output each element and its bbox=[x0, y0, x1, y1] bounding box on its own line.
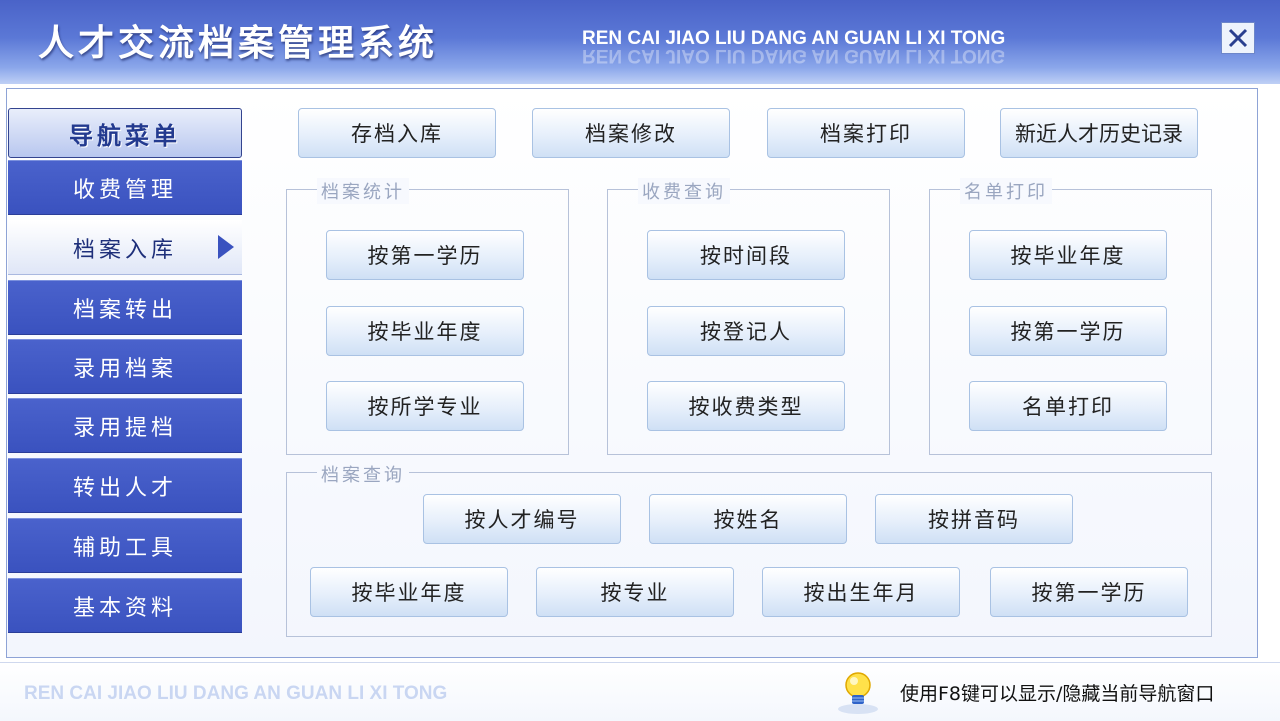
archive-store-button[interactable]: 存档入库 bbox=[298, 108, 496, 158]
f8-hint-text: 使用F8键可以显示/隐藏当前导航窗口 bbox=[900, 683, 1215, 705]
query-by-pinyin-code-button[interactable]: 按拼音码 bbox=[875, 494, 1073, 544]
sidebar-item-basic-data[interactable]: 基本资料 bbox=[8, 578, 242, 633]
sidebar-item-label: 录用档案 bbox=[72, 356, 177, 382]
archive-print-button[interactable]: 档案打印 bbox=[767, 108, 965, 158]
print-by-first-degree-button[interactable]: 按第一学历 bbox=[969, 306, 1167, 356]
sidebar-item-label: 转出人才 bbox=[72, 475, 177, 501]
stats-by-graduation-year-button[interactable]: 按毕业年度 bbox=[326, 306, 524, 356]
query-by-graduation-year-button[interactable]: 按毕业年度 bbox=[310, 567, 508, 617]
footer-pinyin: REN CAI JIAO LIU DANG AN GUAN LI XI TONG bbox=[24, 683, 448, 704]
query-by-first-degree-button[interactable]: 按第一学历 bbox=[990, 567, 1188, 617]
query-by-major-button[interactable]: 按专业 bbox=[536, 567, 734, 617]
group-legend: 档案查询 bbox=[317, 461, 409, 487]
group-legend: 名单打印 bbox=[960, 178, 1052, 204]
stats-by-first-degree-button[interactable]: 按第一学历 bbox=[326, 230, 524, 280]
stats-by-major-button[interactable]: 按所学专业 bbox=[326, 381, 524, 431]
group-legend: 档案统计 bbox=[317, 178, 409, 204]
sidebar-item-label: 档案转出 bbox=[72, 297, 177, 323]
fee-by-type-button[interactable]: 按收费类型 bbox=[647, 381, 845, 431]
sidebar-item-transfer-talent[interactable]: 转出人才 bbox=[8, 458, 242, 513]
close-icon bbox=[1228, 28, 1248, 48]
sidebar-item-label: 辅助工具 bbox=[72, 535, 177, 561]
sidebar-item-label: 录用提档 bbox=[72, 415, 177, 441]
query-by-name-button[interactable]: 按姓名 bbox=[649, 494, 847, 544]
sidebar-item-archive-transfer-out[interactable]: 档案转出 bbox=[8, 280, 242, 335]
archive-edit-button[interactable]: 档案修改 bbox=[532, 108, 730, 158]
group-legend: 收费查询 bbox=[638, 178, 730, 204]
sidebar-item-hired-retrieval[interactable]: 录用提档 bbox=[8, 398, 242, 453]
nav-menu-header: 导航菜单 bbox=[8, 108, 242, 158]
print-by-graduation-year-button[interactable]: 按毕业年度 bbox=[969, 230, 1167, 280]
sidebar-item-hired-archives[interactable]: 录用档案 bbox=[8, 339, 242, 394]
active-arrow-icon bbox=[218, 235, 234, 259]
sidebar-item-tools[interactable]: 辅助工具 bbox=[8, 518, 242, 573]
sidebar-item-label: 档案入库 bbox=[72, 237, 177, 263]
fee-by-registrar-button[interactable]: 按登记人 bbox=[647, 306, 845, 356]
app-subtitle-reflection: REN CAI JIAO LIU DANG AN GUAN LI XI TONG bbox=[582, 45, 1006, 66]
close-button[interactable] bbox=[1221, 22, 1255, 54]
query-by-birth-date-button[interactable]: 按出生年月 bbox=[762, 567, 960, 617]
query-by-talent-id-button[interactable]: 按人才编号 bbox=[423, 494, 621, 544]
lightbulb-icon bbox=[838, 672, 878, 714]
title-bar: 人才交流档案管理系统 REN CAI JIAO LIU DANG AN GUAN… bbox=[0, 0, 1280, 84]
app-title: 人才交流档案管理系统 bbox=[38, 23, 439, 64]
status-bar: REN CAI JIAO LIU DANG AN GUAN LI XI TONG… bbox=[0, 662, 1280, 721]
print-list-button[interactable]: 名单打印 bbox=[969, 381, 1167, 431]
fee-by-time-period-button[interactable]: 按时间段 bbox=[647, 230, 845, 280]
sidebar-item-fee-management[interactable]: 收费管理 bbox=[8, 160, 242, 215]
recent-talent-history-button[interactable]: 新近人才历史记录 bbox=[1000, 108, 1198, 158]
sidebar-item-archive-intake[interactable]: 档案入库 bbox=[8, 220, 242, 275]
sidebar-item-label: 收费管理 bbox=[72, 177, 177, 203]
sidebar-item-label: 基本资料 bbox=[72, 595, 177, 621]
